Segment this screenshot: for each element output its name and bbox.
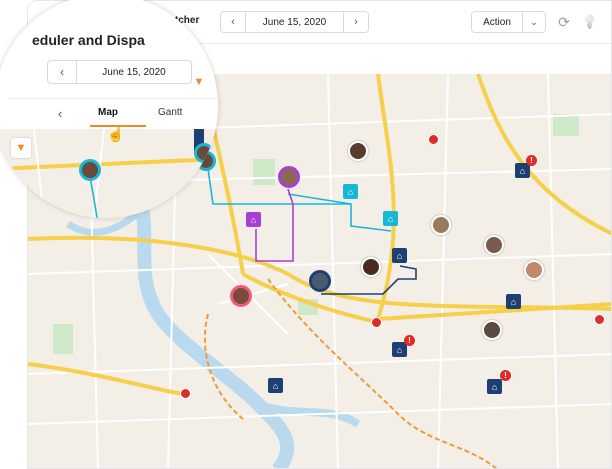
map-filter-button[interactable]: ▼ [11,138,31,158]
home-icon: ⌂ [510,296,517,307]
job-home-marker[interactable]: ⌂ [392,248,407,263]
alert-icon: ! [530,156,533,165]
technician-avatar[interactable] [230,285,252,307]
idea-button[interactable]: 💡 [581,13,599,31]
tab-gantt[interactable]: Gantt [158,107,182,118]
job-home-marker[interactable]: ⌂ [246,212,261,227]
technician-avatar[interactable] [484,235,504,255]
job-home-marker[interactable]: ⌂ [343,184,358,199]
chevron-left-icon: ‹ [231,16,235,28]
chevron-left-icon: ‹ [60,65,64,79]
home-icon: ⌂ [387,213,394,224]
home-icon: ⌂ [250,214,257,225]
chevron-left-icon: ‹ [58,106,63,121]
filter-icon: ▼ [15,142,27,154]
refresh-button[interactable]: ⟳ [555,13,573,31]
date-navigator: ‹ June 15, 2020 › [220,11,369,33]
hand-cursor-icon: ☝ [107,126,125,142]
magnified-date-navigator: ‹ June 15, 2020 [47,60,192,84]
magnified-prev-date-button[interactable]: ‹ [48,61,77,83]
magnified-page-title: eduler and Dispa [32,32,145,48]
magnified-filter-button[interactable]: ▼ [191,74,207,90]
action-menu[interactable]: Action ⌄ [471,11,546,33]
alert-icon: ! [504,371,507,380]
home-icon: ⌂ [272,380,279,391]
chevron-right-icon: › [354,16,358,28]
home-icon: ⌂ [396,250,403,261]
technician-avatar[interactable] [348,141,368,161]
chevron-down-icon: ⌄ [530,16,538,27]
alert-badge[interactable]: ! [404,335,415,346]
technician-avatar[interactable] [482,320,502,340]
tab-map[interactable]: Map [98,107,118,118]
map-location-dot[interactable] [371,317,382,328]
map-location-dot[interactable] [594,314,605,325]
job-home-marker[interactable]: ⌂ [487,379,502,394]
tabs-back-button[interactable]: ‹ [58,106,62,121]
home-icon: ⌂ [347,186,354,197]
prev-date-button[interactable]: ‹ [221,12,246,32]
job-home-marker[interactable]: ⌂ [383,211,398,226]
map-location-dot[interactable] [180,388,191,399]
map-location-dot[interactable] [428,134,439,145]
alert-icon: ! [408,336,411,345]
technician-avatar[interactable] [524,260,544,280]
alert-badge[interactable]: ! [526,155,537,166]
action-button[interactable]: Action [472,17,522,28]
zoom-magnifier: eduler and Dispa ‹ June 15, 2020 ▼ ‹ Map… [0,0,218,218]
technician-avatar[interactable] [309,270,331,292]
technician-avatar[interactable] [278,166,300,188]
job-home-marker[interactable]: ⌂ [506,294,521,309]
lightbulb-icon: 💡 [581,14,599,29]
next-date-button[interactable]: › [343,12,368,32]
technician-avatar[interactable] [194,143,214,163]
current-date[interactable]: June 15, 2020 [246,17,343,28]
job-home-marker[interactable]: ⌂ [268,378,283,393]
refresh-icon: ⟳ [558,13,570,30]
filter-icon: ▼ [193,76,205,88]
home-icon: ⌂ [396,344,403,355]
technician-avatar[interactable] [79,159,101,181]
action-dropdown-button[interactable]: ⌄ [522,12,545,32]
magnified-current-date[interactable]: June 15, 2020 [77,67,191,78]
technician-avatar[interactable] [361,257,381,277]
technician-avatar[interactable] [431,215,451,235]
alert-badge[interactable]: ! [500,370,511,381]
home-icon: ⌂ [491,381,498,392]
home-icon: ⌂ [519,165,526,176]
